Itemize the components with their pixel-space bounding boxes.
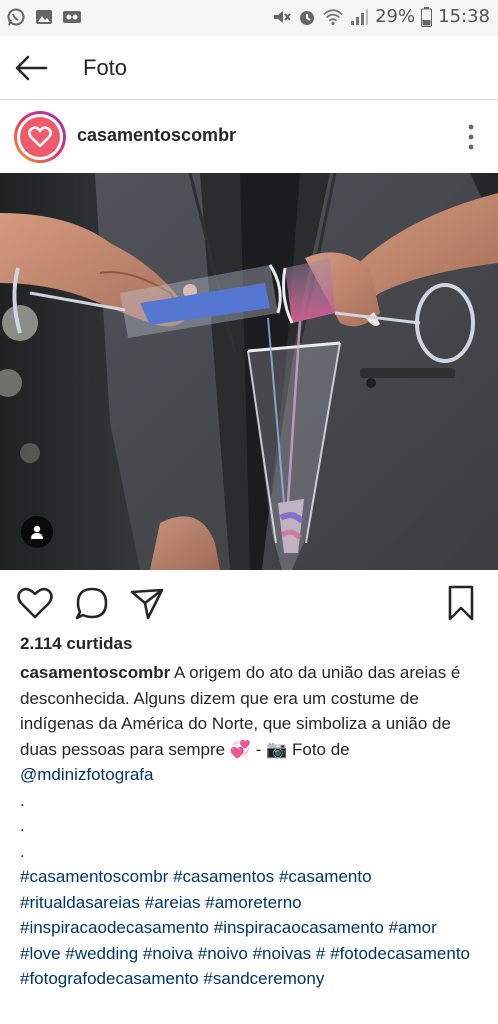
tagged-users-button[interactable] [21, 516, 53, 548]
battery-icon [421, 6, 433, 27]
post-actions [0, 580, 498, 628]
hashtag-link[interactable]: #inspiracaocasamento [214, 918, 384, 937]
alarm-icon [300, 10, 315, 25]
hashtag-link[interactable]: #fotodecasamento [330, 944, 470, 963]
app-bar: Foto [0, 36, 498, 100]
hashtag-link[interactable]: #noivo [198, 944, 248, 963]
likes-count[interactable]: 2.114 curtidas [20, 634, 132, 654]
hashtag-link[interactable]: #love [20, 944, 61, 963]
hashtag-link[interactable]: #wedding [65, 944, 138, 963]
hashtag-list: #casamentoscombr #casamentos #casamento … [20, 864, 482, 992]
hashtag-link[interactable]: #amor [389, 918, 437, 937]
avatar[interactable] [14, 111, 66, 163]
caption-body: casamentoscombr A origem do ato da união… [20, 660, 482, 788]
caption-dot: . [20, 790, 25, 810]
hashtag-link[interactable]: # [316, 944, 325, 963]
heart-logo-icon [28, 126, 52, 148]
person-icon [31, 525, 43, 539]
hearts-emoji: 💞 [229, 739, 251, 759]
photographer-mention[interactable]: @mdinizfotografa [20, 765, 154, 784]
hashtag-link[interactable]: #areias [145, 893, 201, 912]
sand-ceremony-photo [0, 173, 498, 570]
caption-dot: . [20, 841, 25, 861]
voicemail-icon [63, 11, 81, 23]
post-header: casamentoscombr [0, 101, 498, 173]
hashtag-link[interactable]: #casamentos [173, 867, 274, 886]
hashtag-link[interactable]: #noivas [253, 944, 312, 963]
post-username[interactable]: casamentoscombr [77, 125, 236, 146]
more-options-icon[interactable] [466, 123, 476, 151]
hashtag-link[interactable]: #amoreterno [205, 893, 301, 912]
caption-dot: . [20, 816, 25, 835]
hashtag-link[interactable]: #noiva [143, 944, 193, 963]
comment-icon[interactable] [73, 584, 111, 622]
battery-percent: 29% [375, 6, 416, 27]
photo-credit-text: Foto de [287, 739, 350, 759]
hashtag-link[interactable]: #sandceremony [203, 969, 324, 988]
hashtag-link[interactable]: #fotografodecasamento [20, 969, 199, 988]
page-title: Foto [83, 55, 128, 80]
mute-icon [274, 10, 291, 23]
hashtag-link[interactable]: #ritualdasareias [20, 893, 140, 912]
hashtag-link[interactable]: #inspiracaodecasamento [20, 918, 209, 937]
caption-dash: - [250, 739, 262, 759]
signal-icon [351, 8, 369, 25]
gallery-icon [36, 10, 52, 24]
save-bookmark-icon[interactable] [442, 584, 480, 622]
post-caption: casamentoscombr A origem do ato da união… [20, 660, 482, 992]
post-photo[interactable] [0, 173, 498, 570]
status-bar: 29% 15:38 [0, 0, 498, 36]
hashtag-link[interactable]: #casamentoscombr [20, 867, 168, 886]
back-arrow-icon[interactable] [12, 52, 52, 84]
wifi-icon [323, 8, 343, 25]
share-send-icon[interactable] [128, 584, 166, 622]
clock: 15:38 [438, 6, 490, 27]
caption-username[interactable]: casamentoscombr [20, 663, 170, 682]
like-heart-icon[interactable] [16, 584, 54, 622]
whatsapp-icon [7, 8, 25, 26]
hashtag-link[interactable]: #casamento [279, 867, 372, 886]
camera-emoji: 📷 [266, 739, 288, 759]
